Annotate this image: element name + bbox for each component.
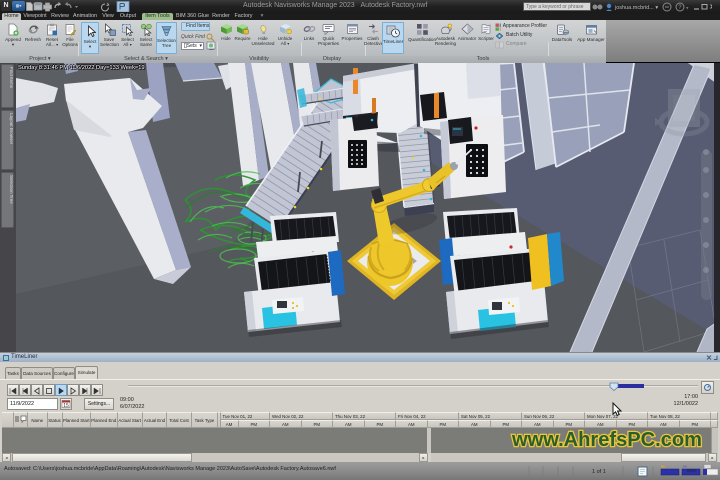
svg-text:15: 15 xyxy=(63,403,69,409)
svg-text:joshua.mcbrid... ▾: joshua.mcbrid... ▾ xyxy=(614,5,658,11)
svg-text:www.AhrefsPC.com: www.AhrefsPC.com xyxy=(511,429,702,451)
svg-text:▾: ▾ xyxy=(686,6,689,12)
svg-text:1 of 1: 1 of 1 xyxy=(592,469,606,475)
